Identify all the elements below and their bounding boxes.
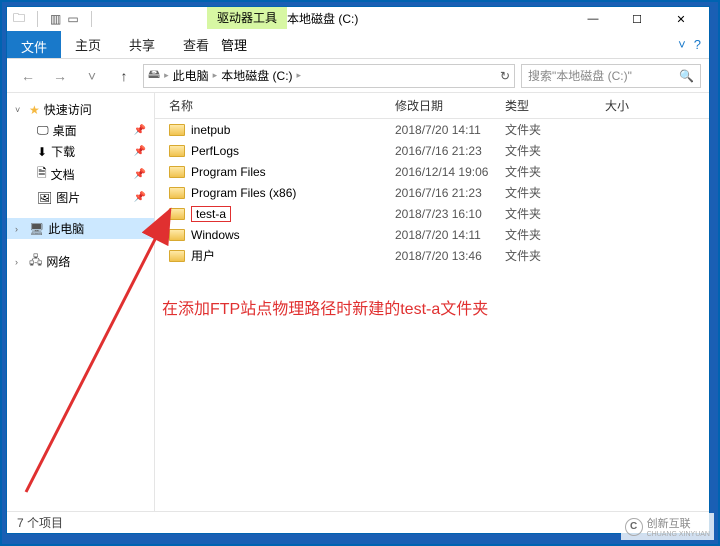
file-row[interactable]: Program Files 2016/12/14 19:06文件夹 bbox=[155, 161, 709, 182]
search-icon: 🔍 bbox=[679, 69, 694, 83]
file-type: 文件夹 bbox=[505, 184, 605, 201]
file-date: 2018/7/20 13:46 bbox=[395, 249, 505, 263]
file-date: 2018/7/20 14:11 bbox=[395, 228, 505, 242]
properties-icon[interactable]: ▥ bbox=[50, 12, 61, 26]
col-name[interactable]: 名称 bbox=[155, 97, 395, 114]
quick-access[interactable]: ˅★ 快速访问 bbox=[7, 99, 154, 120]
file-name: PerfLogs bbox=[191, 144, 239, 158]
picture-icon: 🖼 bbox=[37, 191, 52, 205]
network-icon: 🖧 bbox=[29, 251, 42, 272]
item-count: 7 个项目 bbox=[17, 514, 63, 531]
pin-icon: 📌 bbox=[134, 169, 146, 180]
forward-button[interactable]: → bbox=[47, 64, 73, 88]
file-date: 2016/12/14 19:06 bbox=[395, 165, 505, 179]
file-name: Program Files bbox=[191, 165, 266, 179]
pin-icon: 📌 bbox=[134, 192, 146, 203]
folder-icon bbox=[169, 124, 185, 136]
file-date: 2018/7/20 14:11 bbox=[395, 123, 505, 137]
folder-icon bbox=[169, 187, 185, 199]
file-row[interactable]: Program Files (x86) 2016/7/16 21:23文件夹 bbox=[155, 182, 709, 203]
titlebar: 🗀 ▥ ▭ 驱动器工具 本地磁盘 (C:) — ☐ ✕ bbox=[7, 7, 709, 31]
col-type[interactable]: 类型 bbox=[505, 97, 605, 114]
file-tab[interactable]: 文件 bbox=[7, 31, 61, 58]
drive-tools-tab[interactable]: 驱动器工具 bbox=[207, 7, 287, 29]
star-icon: ★ bbox=[29, 103, 40, 117]
file-date: 2016/7/16 21:23 bbox=[395, 186, 505, 200]
explorer-window: 🗀 ▥ ▭ 驱动器工具 本地磁盘 (C:) — ☐ ✕ 文件 主页 共享 查看 … bbox=[6, 6, 710, 534]
minimize-button[interactable]: — bbox=[571, 8, 615, 30]
download-icon: ⬇ bbox=[37, 145, 47, 159]
pin-icon: 📌 bbox=[134, 125, 146, 136]
file-type: 文件夹 bbox=[505, 142, 605, 159]
pin-icon: 📌 bbox=[134, 146, 146, 157]
file-date: 2016/7/16 21:23 bbox=[395, 144, 505, 158]
column-headers[interactable]: 名称 修改日期 类型 大小 bbox=[155, 93, 709, 119]
search-input[interactable]: 搜索"本地磁盘 (C:)" 🔍 bbox=[521, 64, 701, 88]
help-icon[interactable]: ? bbox=[694, 37, 701, 52]
status-bar: 7 个项目 bbox=[7, 511, 709, 533]
share-tab[interactable]: 共享 bbox=[115, 29, 169, 60]
file-name: test-a bbox=[191, 206, 231, 222]
breadcrumb-thispc[interactable]: 此电脑 bbox=[173, 67, 209, 84]
annotation-text: 在添加FTP站点物理路径时新建的test-a文件夹 bbox=[162, 295, 488, 319]
folder-icon: 🗀 bbox=[13, 9, 25, 30]
breadcrumb-drive[interactable]: 本地磁盘 (C:) bbox=[221, 67, 292, 84]
open-icon[interactable]: ▭ bbox=[67, 12, 78, 26]
document-icon: 🗎 bbox=[37, 164, 47, 185]
folder-icon bbox=[169, 250, 185, 262]
window-title: 本地磁盘 (C:) bbox=[287, 10, 358, 27]
ribbon-expand-icon[interactable]: ˅ bbox=[678, 37, 686, 52]
file-date: 2018/7/23 16:10 bbox=[395, 207, 505, 221]
address-bar: ← → ˅ ↑ 🖴 ▸ 此电脑 ▸ 本地磁盘 (C:) ▸ ↻ 搜索"本地磁盘 … bbox=[7, 59, 709, 93]
file-name: Program Files (x86) bbox=[191, 186, 296, 200]
sidebar-documents[interactable]: 🗎文档📌 bbox=[7, 162, 154, 187]
file-type: 文件夹 bbox=[505, 121, 605, 138]
file-row[interactable]: Windows 2018/7/20 14:11文件夹 bbox=[155, 224, 709, 245]
pc-icon: 🖥 bbox=[29, 222, 44, 236]
file-type: 文件夹 bbox=[505, 163, 605, 180]
col-size[interactable]: 大小 bbox=[605, 97, 709, 114]
folder-icon bbox=[169, 145, 185, 157]
close-button[interactable]: ✕ bbox=[659, 8, 703, 30]
file-type: 文件夹 bbox=[505, 226, 605, 243]
watermark: C 创新互联 CHUANG XINYUAN bbox=[621, 513, 714, 540]
sidebar-downloads[interactable]: ⬇下载📌 bbox=[7, 141, 154, 162]
search-placeholder: 搜索"本地磁盘 (C:)" bbox=[528, 67, 632, 84]
manage-tab[interactable]: 管理 bbox=[207, 29, 261, 60]
file-row[interactable]: PerfLogs 2016/7/16 21:23文件夹 bbox=[155, 140, 709, 161]
folder-icon bbox=[169, 229, 185, 241]
home-tab[interactable]: 主页 bbox=[61, 29, 115, 60]
back-button[interactable]: ← bbox=[15, 64, 41, 88]
up-button[interactable]: ↑ bbox=[111, 64, 137, 88]
sidebar-network[interactable]: ›🖧 网络 bbox=[7, 249, 154, 274]
file-name: inetpub bbox=[191, 123, 230, 137]
watermark-logo: C bbox=[625, 518, 643, 536]
refresh-icon[interactable]: ↻ bbox=[500, 69, 510, 83]
maximize-button[interactable]: ☐ bbox=[615, 8, 659, 30]
file-row[interactable]: inetpub 2018/7/20 14:11文件夹 bbox=[155, 119, 709, 140]
desktop-icon: 🖵 bbox=[37, 123, 49, 138]
file-name: 用户 bbox=[191, 247, 215, 264]
sidebar-desktop[interactable]: 🖵桌面📌 bbox=[7, 120, 154, 141]
sidebar-thispc[interactable]: ›🖥 此电脑 bbox=[7, 218, 154, 239]
file-name: Windows bbox=[191, 228, 240, 242]
drive-icon: 🖴 bbox=[148, 65, 160, 86]
file-row[interactable]: 用户 2018/7/20 13:46文件夹 bbox=[155, 245, 709, 266]
folder-icon bbox=[169, 208, 185, 220]
folder-icon bbox=[169, 166, 185, 178]
file-row[interactable]: test-a 2018/7/23 16:10文件夹 bbox=[155, 203, 709, 224]
sidebar-pictures[interactable]: 🖼图片📌 bbox=[7, 187, 154, 208]
file-type: 文件夹 bbox=[505, 247, 605, 264]
ribbon: 文件 主页 共享 查看 管理 ˅ ? bbox=[7, 31, 709, 59]
breadcrumb[interactable]: 🖴 ▸ 此电脑 ▸ 本地磁盘 (C:) ▸ ↻ bbox=[143, 64, 515, 88]
sidebar: ˅★ 快速访问 🖵桌面📌 ⬇下载📌 🗎文档📌 🖼图片📌 ›🖥 此电脑 ›🖧 网络 bbox=[7, 93, 155, 511]
file-type: 文件夹 bbox=[505, 205, 605, 222]
recent-dropdown[interactable]: ˅ bbox=[79, 64, 105, 88]
col-date[interactable]: 修改日期 bbox=[395, 97, 505, 114]
